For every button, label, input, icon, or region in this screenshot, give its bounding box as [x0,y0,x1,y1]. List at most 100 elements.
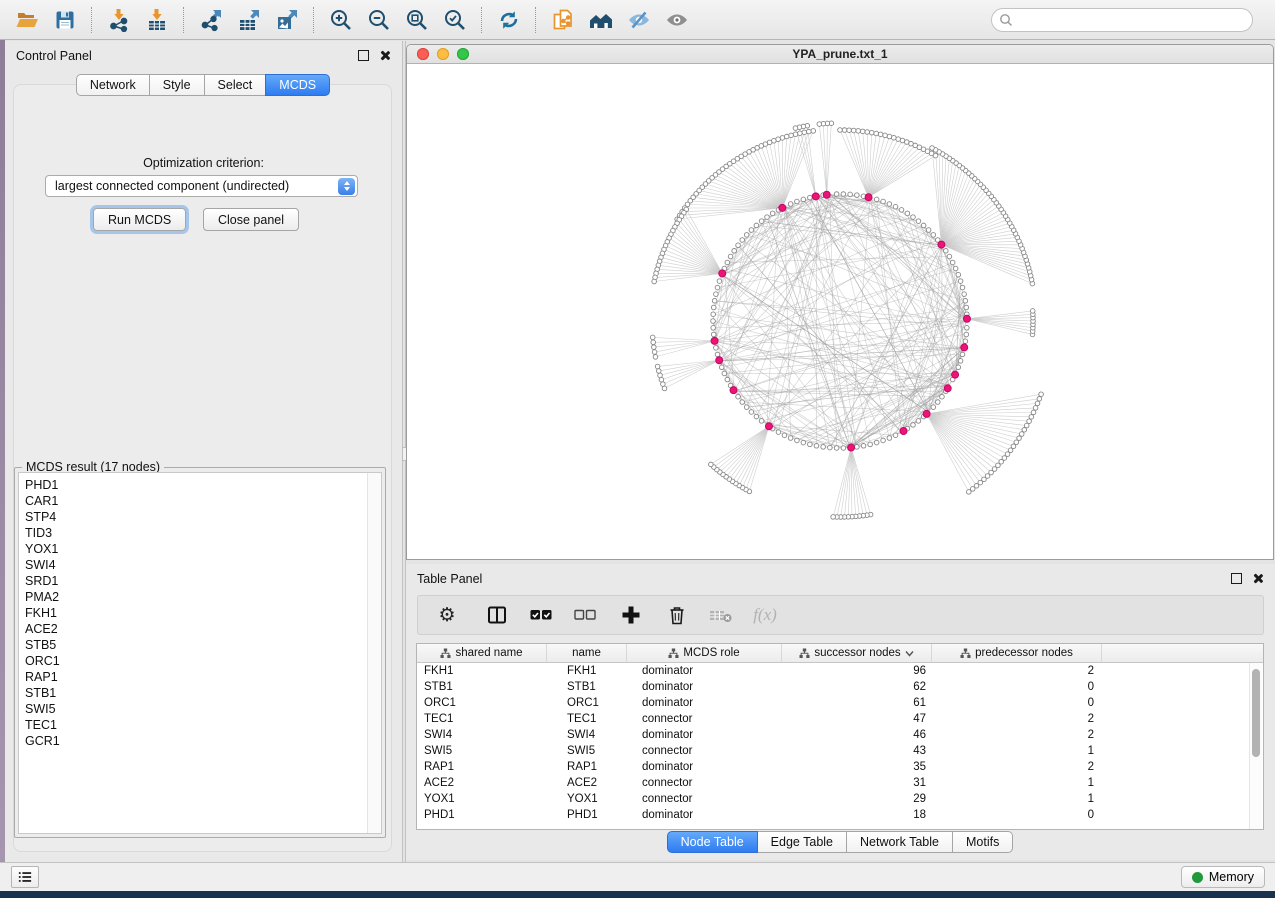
eye-icon [665,8,689,32]
mcds-result-item[interactable]: TEC1 [19,717,381,733]
mcds-result-item[interactable]: SRD1 [19,573,381,589]
mcds-result-item[interactable]: FKH1 [19,605,381,621]
tab-network[interactable]: Network [76,74,150,96]
mcds-result-item[interactable]: STP4 [19,509,381,525]
column-header-name[interactable]: name [547,644,627,662]
tab-node-table[interactable]: Node Table [667,831,758,853]
table-row[interactable]: FKH1FKH1dominator962 [417,663,1263,679]
column-header-MCDS-role[interactable]: MCDS role [627,644,782,662]
select-all-button[interactable] [526,600,556,630]
cell: 35 [782,761,932,773]
mcds-result-list[interactable]: PHD1CAR1STP4TID3YOX1SWI4SRD1PMA2FKH1ACE2… [18,472,382,834]
mcds-result-item[interactable]: STB5 [19,637,381,653]
export-image-button[interactable] [270,5,304,35]
float-panel-icon[interactable] [1231,573,1242,584]
cell: 1 [932,745,1102,757]
hide-selected-button[interactable] [622,5,656,35]
cell: connector [627,793,782,805]
add-column-button[interactable] [616,600,646,630]
table-row[interactable]: PHD1PHD1dominator180 [417,807,1263,823]
list-icon [18,870,32,884]
mcds-result-item[interactable]: YOX1 [19,541,381,557]
mcds-result-item[interactable]: TID3 [19,525,381,541]
import-network-button[interactable] [102,5,136,35]
toolbar-separator [91,7,93,33]
mcds-result-item[interactable]: ORC1 [19,653,381,669]
criterion-value: largest connected component (undirected) [55,179,289,193]
mcds-list-scrollbar[interactable] [367,473,381,833]
cell: YOX1 [547,793,627,805]
zoom-fit-icon [405,8,429,32]
network-window-titlebar[interactable]: YPA_prune.txt_1 [407,45,1273,64]
zoom-out-button[interactable] [362,5,396,35]
memory-button[interactable]: Memory [1181,866,1265,888]
mcds-result-item[interactable]: PMA2 [19,589,381,605]
table-row[interactable]: SWI4SWI4dominator462 [417,727,1263,743]
tab-select[interactable]: Select [204,74,267,96]
sort-desc-icon [905,650,914,657]
mcds-result-item[interactable]: PHD1 [19,477,381,493]
tab-style[interactable]: Style [149,74,205,96]
cell: ACE2 [417,777,547,789]
cell: TEC1 [417,713,547,725]
mcds-result-item[interactable]: RAP1 [19,669,381,685]
table-settings-button[interactable]: ⚙ [432,600,462,630]
duplicate-network-button[interactable] [546,5,580,35]
show-all-button[interactable] [660,5,694,35]
tab-edge-table[interactable]: Edge Table [757,831,847,853]
cell: 18 [782,809,932,821]
cell: 47 [782,713,932,725]
float-panel-icon[interactable] [358,50,369,61]
show-columns-button[interactable] [482,600,512,630]
table-row[interactable]: STB1STB1dominator620 [417,679,1263,695]
table-scrollbar[interactable] [1249,663,1262,829]
control-panel-tabs: NetworkStyleSelectMCDS [5,74,402,96]
table-row[interactable]: ORC1ORC1dominator610 [417,695,1263,711]
save-session-button[interactable] [48,5,82,35]
search-input[interactable] [991,8,1253,32]
close-panel-button[interactable]: Close panel [203,208,299,231]
tab-motifs[interactable]: Motifs [952,831,1013,853]
table-row[interactable]: ACE2ACE2connector311 [417,775,1263,791]
status-menu-button[interactable] [11,866,39,888]
network-window-title: YPA_prune.txt_1 [407,47,1273,61]
mcds-result-item[interactable]: STB1 [19,685,381,701]
tab-mcds[interactable]: MCDS [265,74,330,96]
table-row[interactable]: YOX1YOX1connector291 [417,791,1263,807]
cell: 2 [932,665,1102,677]
column-header-successor-nodes[interactable]: successor nodes [782,644,932,662]
mcds-result-item[interactable]: CAR1 [19,493,381,509]
criterion-select[interactable]: largest connected component (undirected) [45,175,358,197]
export-table-button[interactable] [232,5,266,35]
close-panel-icon[interactable] [379,50,390,61]
network-graph[interactable] [407,64,1273,559]
zoom-in-button[interactable] [324,5,358,35]
network-view-window: YPA_prune.txt_1 [406,44,1274,560]
close-panel-icon[interactable] [1252,573,1263,584]
open-file-button[interactable] [10,5,44,35]
first-neighbors-button[interactable] [584,5,618,35]
table-row[interactable]: RAP1RAP1dominator352 [417,759,1263,775]
zoom-fit-button[interactable] [400,5,434,35]
export-network-icon [199,8,223,32]
mcds-result-item[interactable]: GCR1 [19,733,381,749]
export-network-button[interactable] [194,5,228,35]
apply-layout-button[interactable] [492,5,526,35]
zoom-selected-button[interactable] [438,5,472,35]
mcds-result-item[interactable]: ACE2 [19,621,381,637]
table-row[interactable]: TEC1TEC1connector472 [417,711,1263,727]
deselect-all-button[interactable] [570,600,600,630]
table-row[interactable]: SWI5SWI5connector431 [417,743,1263,759]
table-scrollbar-thumb[interactable] [1252,669,1260,757]
mcds-result-item[interactable]: SWI4 [19,557,381,573]
import-table-button[interactable] [140,5,174,35]
trash-icon [666,604,688,626]
select-stepper-icon [338,178,355,195]
column-header-shared-name[interactable]: shared name [417,644,547,662]
tab-network-table[interactable]: Network Table [846,831,953,853]
run-mcds-button[interactable]: Run MCDS [93,208,186,231]
delete-column-button[interactable] [662,600,692,630]
mcds-result-item[interactable]: SWI5 [19,701,381,717]
cell: 2 [932,761,1102,773]
column-header-predecessor-nodes[interactable]: predecessor nodes [932,644,1102,662]
